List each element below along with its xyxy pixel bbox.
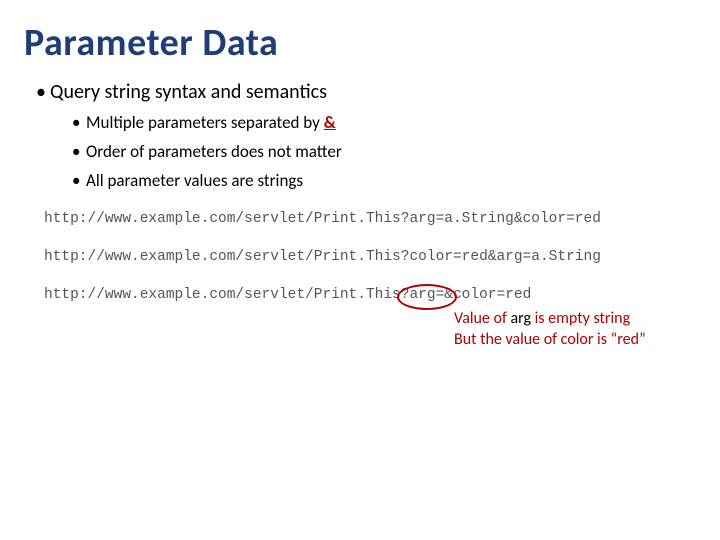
url-example-3: http://www.example.com/servlet/Print.Thi…	[44, 287, 696, 303]
url-example-1: http://www.example.com/servlet/Print.Thi…	[44, 211, 696, 227]
annotation-l1-a: Value of	[454, 309, 510, 328]
url-example-2: http://www.example.com/servlet/Print.Thi…	[44, 249, 696, 265]
url-3-pre: http://www.example.com/servlet/Print.Thi…	[44, 287, 401, 303]
url-examples: http://www.example.com/servlet/Print.Thi…	[24, 211, 696, 303]
annotation-line-1: Value of arg is empty string	[454, 309, 696, 330]
bullet-sub-1: Multiple parameters separated by &	[72, 112, 696, 133]
annotation-line-2: But the value of color is “red”	[454, 330, 696, 351]
bullet-main: Query string syntax and semantics	[36, 80, 696, 104]
annotation-arg-word: arg	[510, 309, 531, 328]
bullet-sub-1-text: Multiple parameters separated by	[86, 112, 324, 133]
url-3-post: &color=red	[444, 287, 531, 303]
annotation-box: Value of arg is empty string But the val…	[454, 309, 696, 351]
url-3-circled-text: ?arg=	[401, 287, 445, 303]
ampersand-highlight: &	[324, 112, 336, 133]
url-3-circled: ?arg=	[401, 287, 445, 303]
bullet-sub-2: Order of parameters does not matter	[72, 141, 696, 162]
slide-title: Parameter Data	[24, 20, 696, 66]
bullet-sub-3: All parameter values are strings	[72, 170, 696, 191]
annotation-l1-c: is empty string	[531, 309, 630, 328]
